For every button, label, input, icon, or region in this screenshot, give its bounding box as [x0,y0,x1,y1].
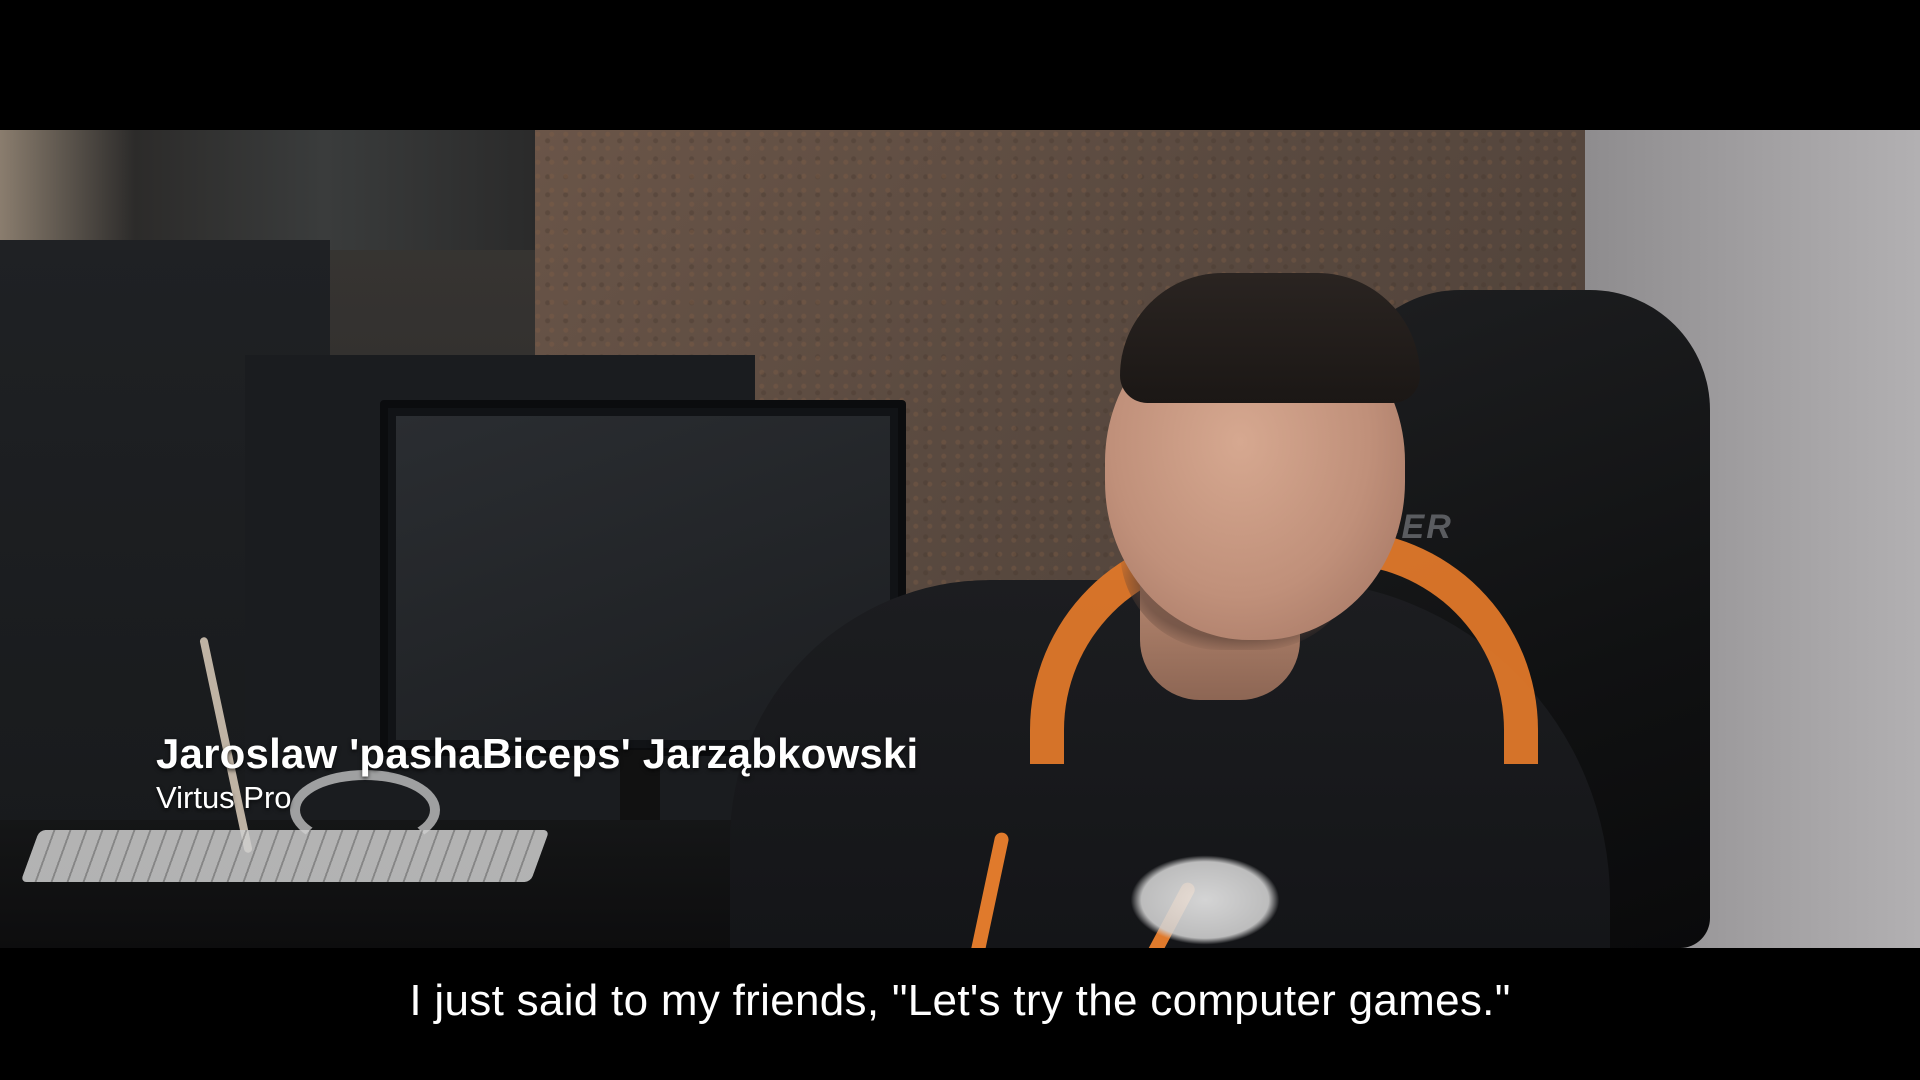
video-scene: CER [0,130,1920,948]
lower-third: Jaroslaw 'pashaBiceps' Jarząbkowski Virt… [156,730,918,816]
letterbox-top [0,0,1920,130]
speaker-name: Jaroslaw 'pashaBiceps' Jarząbkowski [156,730,919,777]
speaker-team: Virtus Pro [156,780,292,815]
hair [1120,273,1420,403]
video-frame: CER Jaroslaw 'pashaBiceps' Jarząbkowski … [0,0,1920,1080]
team-logo-icon [1130,855,1280,945]
shelf-decor [0,130,540,250]
keyboard [20,830,550,882]
subtitle-caption: I just said to my friends, "Let's try th… [409,976,1511,1025]
